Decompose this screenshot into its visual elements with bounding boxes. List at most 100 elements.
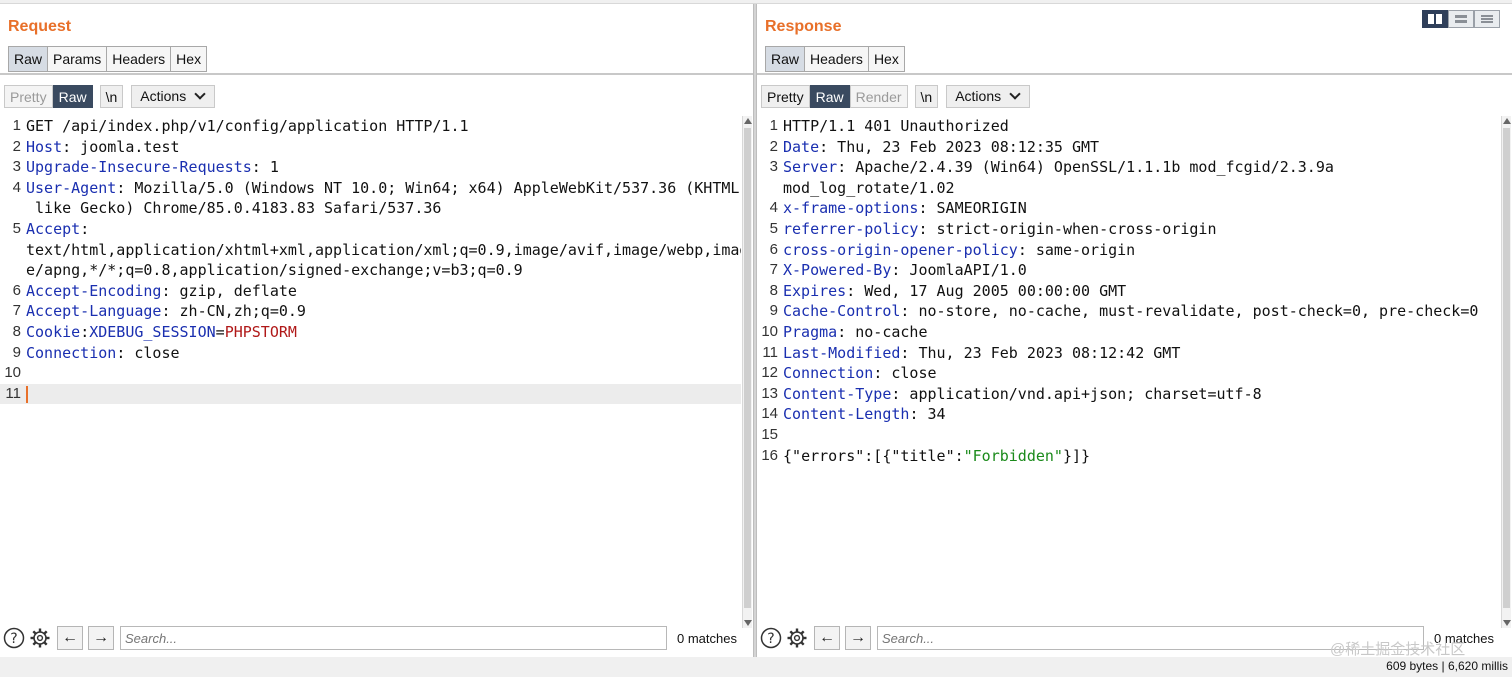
help-icon[interactable]: ? — [759, 626, 783, 650]
line-text: text/html,application/xhtml+xml,applicat… — [26, 240, 741, 261]
header-name: X-Powered-By — [783, 261, 892, 280]
text-segment: : Thu, 23 Feb 2023 08:12:42 GMT — [900, 343, 1181, 362]
header-name: Date — [783, 137, 820, 156]
header-name: Accept — [26, 219, 81, 238]
text-segment: : zh-CN,zh;q=0.9 — [161, 302, 306, 321]
code-line: e/apng,*/*;q=0.8,application/signed-exch… — [0, 260, 741, 281]
request-scrollbar[interactable] — [742, 116, 752, 628]
code-line: mod_log_rotate/1.02 — [757, 178, 1502, 199]
request-actions-dropdown[interactable]: Actions — [131, 84, 216, 108]
header-name: Connection — [26, 343, 117, 362]
response-actions-dropdown[interactable]: Actions — [946, 84, 1031, 108]
request-search-input[interactable] — [120, 626, 667, 650]
text-segment: : 34 — [909, 405, 946, 424]
code-line: 3 Server: Apache/2.4.39 (Win64) OpenSSL/1… — [757, 157, 1502, 178]
code-line: 5 referrer-policy: strict-origin-when-cro… — [757, 219, 1502, 240]
request-lines: 1 GET /api/index.php/v1/config/applicatio… — [0, 116, 741, 405]
split-vertical-layout-icon[interactable] — [1448, 10, 1474, 28]
status-bar: 609 bytes | 6,620 millis — [0, 657, 1512, 677]
code-line: 2 Host: joomla.test — [0, 137, 741, 158]
text-segment: : application/vnd.api+json; charset=utf-… — [891, 384, 1262, 403]
text-segment: title — [900, 446, 946, 465]
line-text: Cookie:XDEBUG_SESSION=PHPSTORM — [26, 322, 297, 343]
text-segment: text/html,application/xhtml+xml,applicat… — [26, 240, 741, 259]
line-text: HTTP/1.1 401 Unauthorized — [783, 116, 1009, 137]
request-tab-raw[interactable]: Raw — [8, 46, 48, 72]
line-number: 14 — [761, 405, 778, 423]
line-number: 2 — [769, 137, 778, 155]
request-pretty-button[interactable]: Pretty — [4, 84, 53, 108]
response-editor[interactable]: 1 HTTP/1.1 401 Unauthorized 2 Date: Thu, 23… — [757, 116, 1502, 628]
response-tab-headers[interactable]: Headers — [804, 46, 868, 72]
response-tab-raw[interactable]: Raw — [765, 46, 805, 72]
text-segment: : no-cache — [837, 322, 928, 341]
response-raw-button[interactable]: Raw — [809, 84, 850, 108]
code-line: 8 Cookie:XDEBUG_SESSION=PHPSTORM — [0, 322, 741, 343]
response-scrollbar[interactable] — [1501, 116, 1511, 628]
header-name: Pragma — [783, 322, 838, 341]
text-segment: errors — [801, 446, 856, 465]
text-segment: : SAMEORIGIN — [918, 199, 1027, 218]
line-text: Accept-Encoding: gzip, deflate — [26, 281, 297, 302]
line-number: 12 — [761, 364, 778, 382]
line-text: x-frame-options: SAMEORIGIN — [783, 198, 1027, 219]
line-number: 16 — [761, 446, 778, 464]
text-segment: }]} — [1062, 446, 1091, 465]
line-number: 5 — [769, 219, 778, 237]
response-pretty-button[interactable]: Pretty — [761, 84, 810, 108]
response-render-button[interactable]: Render — [849, 84, 908, 108]
request-raw-button[interactable]: Raw — [52, 84, 93, 108]
line-text: cross-origin-opener-policy: same-origin — [783, 240, 1135, 261]
arrow-left-icon[interactable]: ← — [814, 626, 840, 650]
line-text: Content-Length: 34 — [783, 404, 946, 425]
cookie-value: PHPSTORM — [224, 322, 297, 341]
response-lines: 1 HTTP/1.1 401 Unauthorized 2 Date: Thu, 23… — [757, 116, 1502, 466]
request-tab-headers[interactable]: Headers — [106, 46, 171, 72]
scroll-up-icon[interactable] — [1503, 118, 1511, 124]
text-segment: : — [80, 219, 90, 238]
header-name: Expires — [783, 281, 847, 300]
arrow-left-icon[interactable]: ← — [57, 626, 83, 650]
text-segment: : strict-origin-when-cross-origin — [918, 219, 1217, 238]
request-editor[interactable]: 1 GET /api/index.php/v1/config/applicatio… — [0, 116, 741, 628]
response-actions-label: Actions — [955, 87, 1002, 104]
tab-divider — [0, 73, 753, 75]
code-line: 9 Cache-Control: no-store, no-cache, must… — [757, 301, 1502, 322]
response-newline-toggle[interactable]: \n — [914, 84, 939, 108]
line-text: Accept: — [26, 219, 89, 240]
tabs-layout-icon[interactable] — [1474, 10, 1500, 28]
line-number: 11 — [5, 384, 21, 402]
code-line: 3 Upgrade-Insecure-Requests: 1 — [0, 157, 741, 178]
request-pane: Request Raw Params Headers Hex Pretty Ra… — [0, 4, 753, 657]
help-icon[interactable]: ? — [2, 626, 26, 650]
scroll-thumb[interactable] — [1503, 128, 1510, 608]
arrow-right-icon[interactable]: → — [88, 626, 114, 650]
code-line: 5 Accept: — [0, 219, 741, 240]
request-tab-hex[interactable]: Hex — [170, 46, 208, 72]
scroll-up-icon[interactable] — [744, 118, 752, 124]
code-line: 13 Content-Type: application/vnd.api+json… — [757, 384, 1502, 405]
code-line: 4 x-frame-options: SAMEORIGIN — [757, 198, 1502, 219]
response-pane: Response Raw Headers Hex Pretty Raw Rend… — [757, 4, 1512, 657]
header-name: User-Agent — [26, 178, 117, 197]
response-tab-hex[interactable]: Hex — [867, 46, 905, 72]
split-horizontal-layout-icon[interactable] — [1422, 10, 1448, 28]
header-name: Cookie — [26, 322, 81, 341]
response-toolbar: Pretty Raw Render \n Actions — [761, 84, 1031, 108]
line-text: Pragma: no-cache — [783, 322, 928, 343]
gear-icon[interactable] — [785, 626, 809, 650]
line-number: 7 — [769, 261, 778, 279]
line-text: Accept-Language: zh-CN,zh;q=0.9 — [26, 301, 306, 322]
line-number: 1 — [769, 117, 778, 134]
request-tab-params[interactable]: Params — [47, 46, 107, 72]
line-number: 3 — [12, 158, 21, 176]
layout-toggle-group — [1422, 10, 1500, 28]
chevron-down-icon — [1009, 88, 1021, 100]
gear-icon[interactable] — [28, 626, 52, 650]
request-newline-toggle[interactable]: \n — [99, 84, 124, 108]
scroll-thumb[interactable] — [744, 128, 751, 608]
text-segment: ":[{" — [855, 446, 901, 465]
text-segment: : Thu, 23 Feb 2023 08:12:35 GMT — [819, 137, 1100, 156]
arrow-right-icon[interactable]: → — [845, 626, 871, 650]
header-name: Server — [783, 158, 838, 177]
